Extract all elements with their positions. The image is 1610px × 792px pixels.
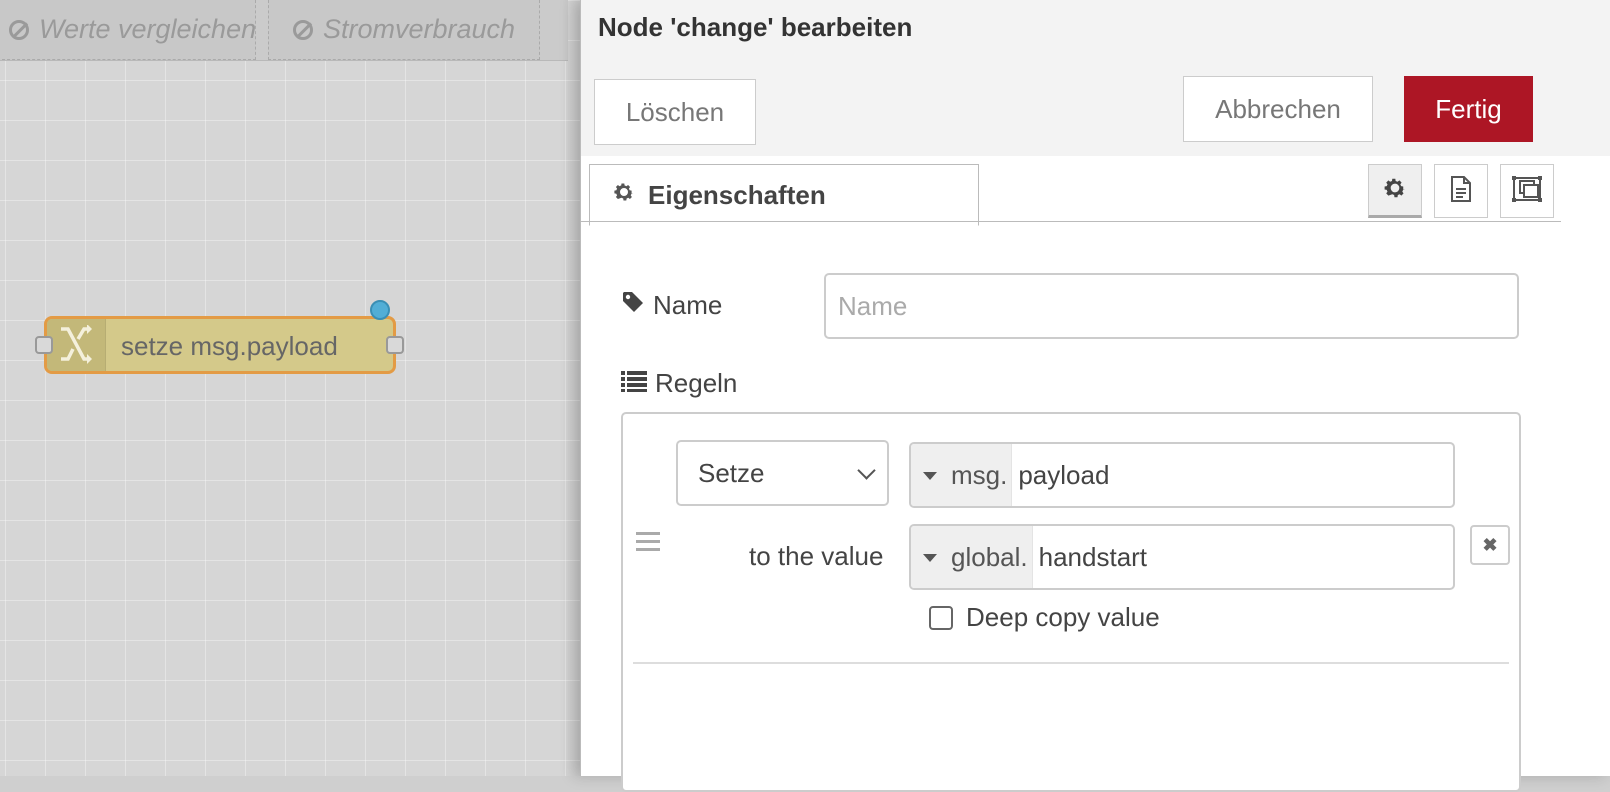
rule-target-input[interactable]: msg. payload <box>909 442 1455 508</box>
name-input[interactable] <box>824 273 1519 339</box>
node-changed-indicator <box>370 300 390 320</box>
rule-divider <box>633 662 1509 664</box>
change-node[interactable]: setze msg.payload <box>44 316 396 374</box>
list-icon <box>621 368 647 399</box>
target-type-label: msg. <box>951 459 1008 490</box>
deep-copy-label: Deep copy value <box>966 602 1160 632</box>
target-type-button[interactable]: msg. <box>911 444 1013 506</box>
rules-label: Regeln <box>655 368 738 398</box>
name-label-row: Name <box>621 290 722 321</box>
shuffle-icon <box>47 319 106 371</box>
rules-label-row: Regeln <box>621 368 737 399</box>
cancel-button[interactable]: Abbrechen <box>1183 76 1373 142</box>
tab-description[interactable] <box>1434 164 1488 218</box>
tab-properties[interactable]: Eigenschaften <box>589 164 979 226</box>
source-type-button[interactable]: global. <box>911 526 1033 588</box>
edit-tray: Node 'change' bearbeiten Löschen Abbrech… <box>580 0 1610 792</box>
node-output-port[interactable] <box>386 336 404 354</box>
flow-tab-label: Stromverbrauch <box>323 14 516 44</box>
done-button[interactable]: Fertig <box>1404 76 1533 142</box>
source-type-label: global. <box>951 541 1028 572</box>
tab-appearance[interactable] <box>1500 164 1554 218</box>
delete-button[interactable]: Löschen <box>594 79 756 145</box>
tab-properties-label: Eigenschaften <box>648 179 826 210</box>
rule-action-select[interactable]: Setze <box>676 440 889 506</box>
tab-settings[interactable] <box>1368 164 1422 218</box>
flow-tab[interactable]: Stromverbrauch <box>268 0 540 60</box>
caret-down-icon <box>923 472 937 480</box>
flow-tab-label: Werte vergleichen <box>39 14 256 44</box>
node-label: setze msg.payload <box>121 331 338 361</box>
flow-workspace[interactable]: Werte vergleichen Stromverbrauch setze m… <box>0 0 580 776</box>
caret-down-icon <box>923 554 937 562</box>
close-icon: ✖ <box>1482 534 1498 555</box>
tray-tabs: Eigenschaften <box>581 156 1610 226</box>
deep-copy-checkbox[interactable] <box>929 606 953 630</box>
gear-icon <box>612 180 636 211</box>
tray-toolbar: Löschen Abbrechen Fertig <box>581 64 1610 157</box>
remove-rule-button[interactable]: ✖ <box>1470 525 1510 565</box>
tabs-divider <box>581 221 1561 222</box>
disabled-icon <box>9 19 29 40</box>
flow-tab-bar: Werte vergleichen Stromverbrauch <box>0 0 568 61</box>
node-input-port[interactable] <box>35 336 53 354</box>
source-value[interactable]: handstart <box>1033 526 1147 588</box>
rule-source-input[interactable]: global. handstart <box>909 524 1455 590</box>
workspace-edge <box>562 0 580 776</box>
flow-tab[interactable]: Werte vergleichen <box>0 0 256 60</box>
tag-icon <box>621 290 645 321</box>
disabled-icon <box>293 19 313 40</box>
description-icon <box>1449 175 1473 208</box>
tray-header: Node 'change' bearbeiten <box>581 0 1610 65</box>
tray-title: Node 'change' bearbeiten <box>598 12 913 42</box>
appearance-icon <box>1511 175 1543 208</box>
gear-icon <box>1382 175 1408 206</box>
drag-handle-icon[interactable] <box>636 532 660 556</box>
rule-action-value: Setze <box>698 457 765 488</box>
name-label: Name <box>653 290 723 320</box>
target-value[interactable]: payload <box>1012 444 1109 506</box>
chevron-down-icon <box>857 461 876 480</box>
to-the-value-label: to the value <box>749 541 884 571</box>
